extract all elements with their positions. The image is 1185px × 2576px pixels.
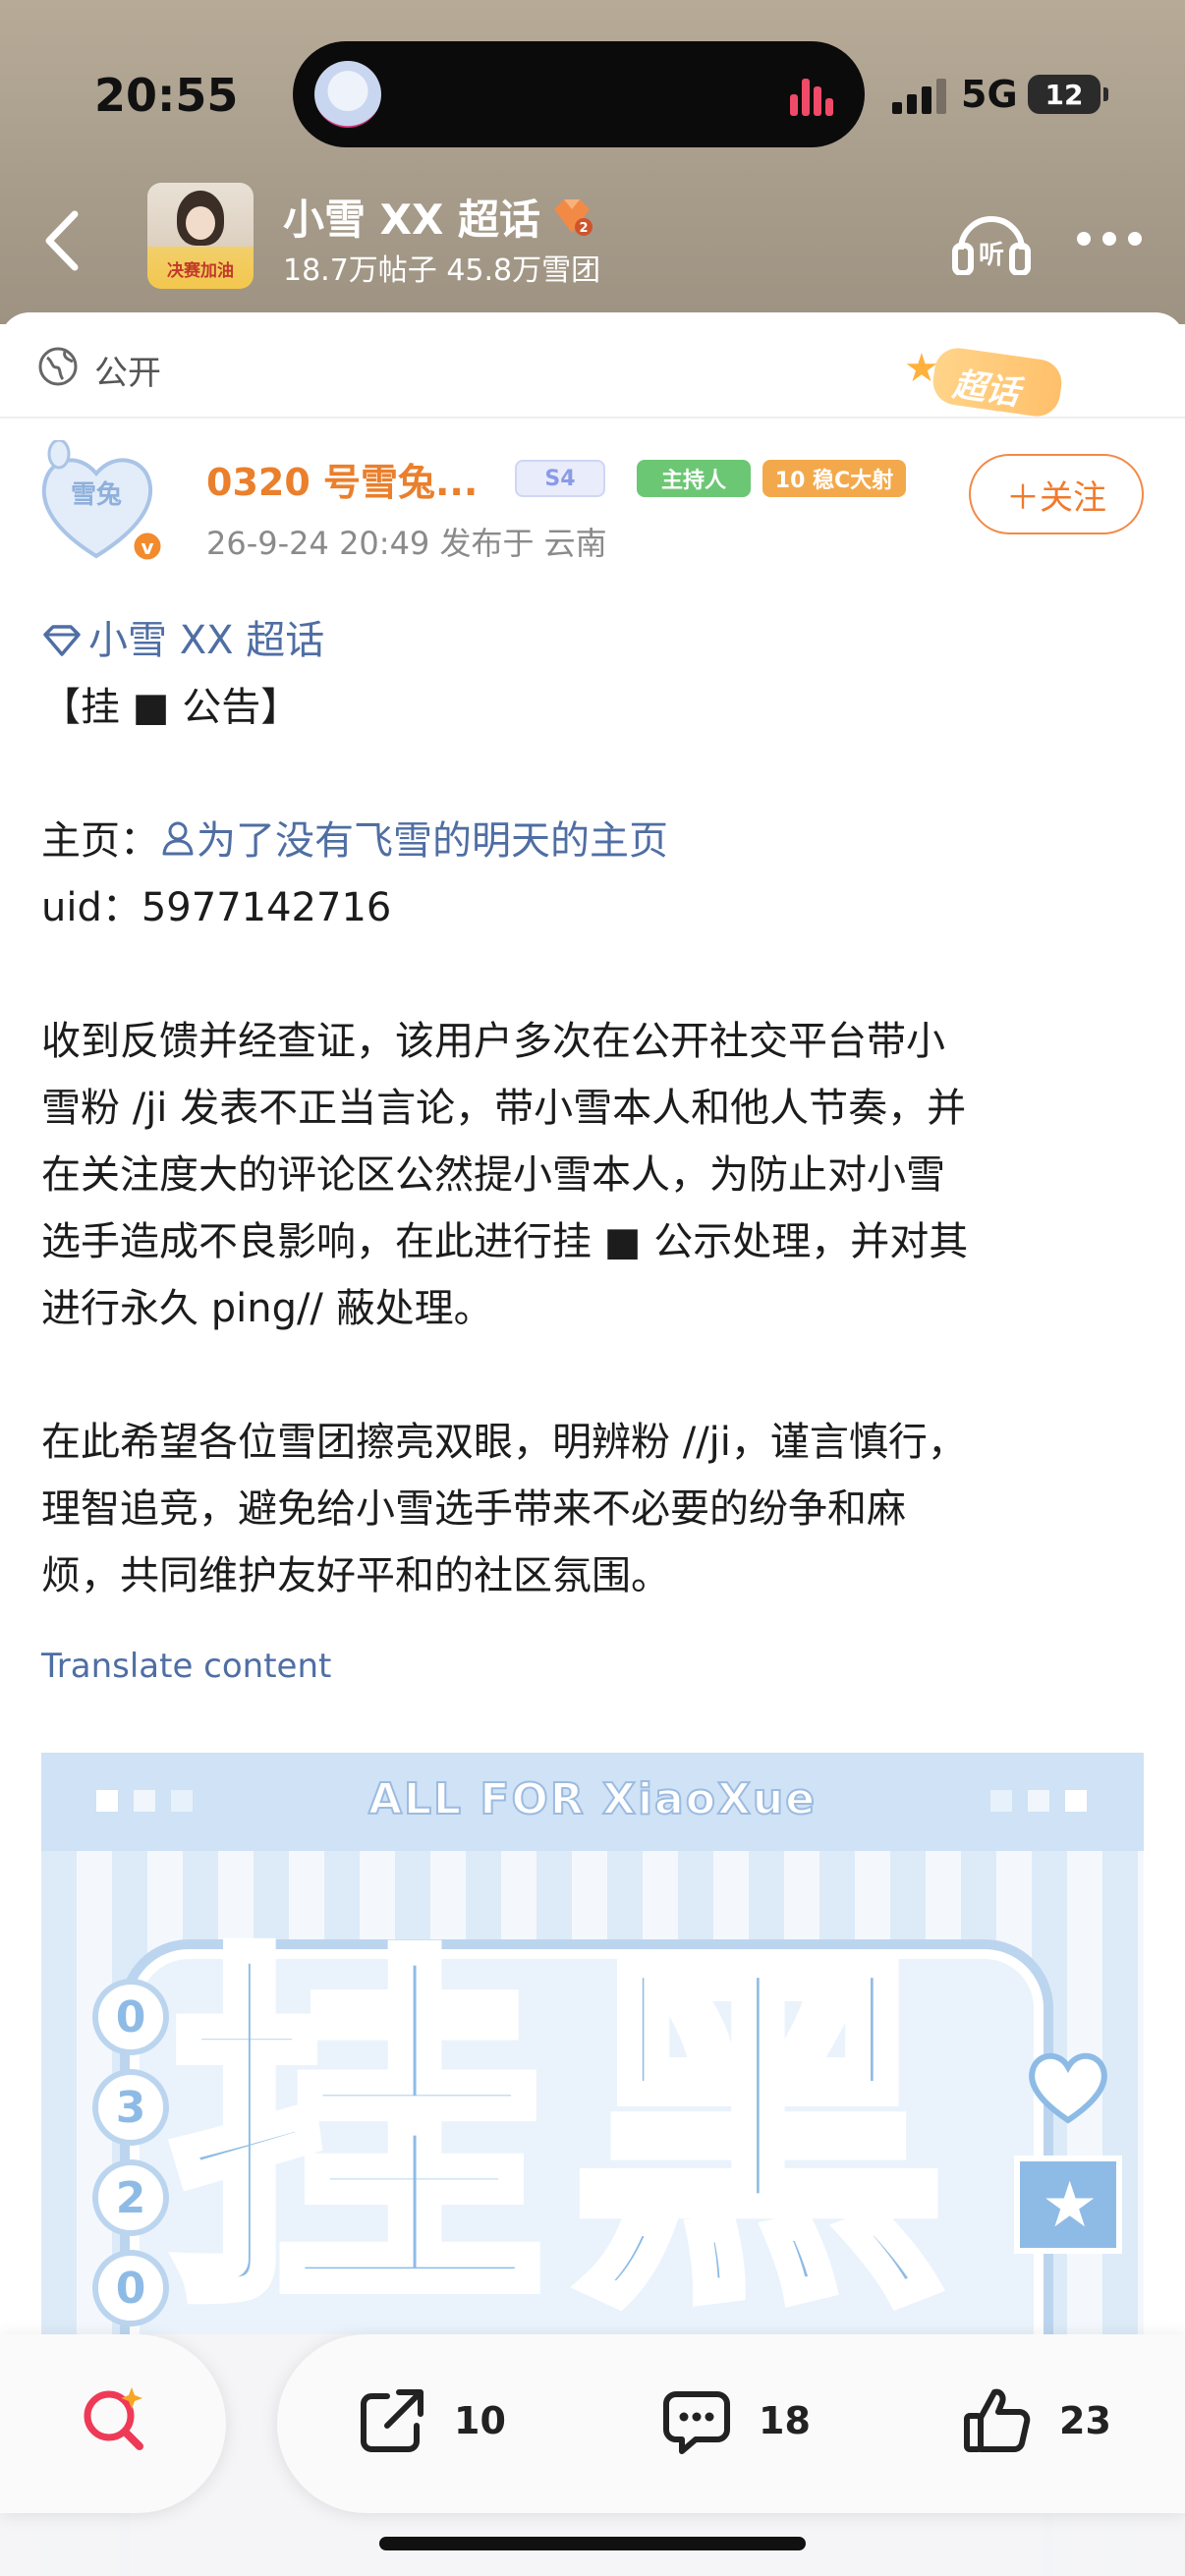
share-count: 10 bbox=[454, 2399, 506, 2442]
share-icon bbox=[361, 2389, 423, 2452]
paragraph-1-line-3: 在关注度大的评论区公然提小雪本人，为防止对小雪 bbox=[41, 1152, 945, 1198]
more-dot-icon bbox=[1077, 232, 1091, 246]
diamond-icon bbox=[43, 625, 81, 656]
status-bar: 20:55 5G 12 bbox=[0, 0, 1185, 187]
paragraph-1-line-5: 进行永久 ping// 蔽处理。 bbox=[41, 1286, 493, 1331]
translate-link[interactable]: Translate content bbox=[41, 1647, 331, 1686]
post-body: 小雪 XX 超话 【挂 ■ 公告】 主页： 为了没有飞雪的明天的主页 uid：59… bbox=[41, 607, 1152, 1609]
paragraph-2-line-1: 在此希望各位雪团擦亮双眼，明辨粉 //ji，谨言慎行， bbox=[41, 1420, 967, 1465]
image-banner-text: ALL FOR XiaoXue bbox=[367, 1773, 818, 1825]
author-row: 雪兔 v 0320 号雪兔... S4 主持人 10 稳C大射 26-9-24 … bbox=[0, 438, 1185, 588]
share-button[interactable]: 10 bbox=[356, 2381, 506, 2460]
host-badge: 主持人 bbox=[637, 460, 751, 497]
uid-line: uid：5977142716 bbox=[41, 885, 392, 930]
topic-link[interactable]: 小雪 XX 超话 bbox=[41, 607, 1152, 674]
battery-icon: 12 bbox=[1028, 75, 1108, 114]
headphones-icon: 听 bbox=[952, 216, 1031, 276]
signal-icon bbox=[892, 79, 947, 114]
follow-button[interactable]: ＋关注 bbox=[969, 454, 1144, 534]
topic-bar: 决赛加油 小雪 XX 超话 2 18.7万帖子 45.8万雪团 听 bbox=[0, 177, 1185, 305]
svg-text:v: v bbox=[141, 535, 153, 559]
chevron-left-icon bbox=[45, 210, 79, 271]
topic-stats: 18.7万帖子 45.8万雪团 bbox=[283, 253, 601, 288]
topic-link-text: 小雪 XX 超话 bbox=[88, 618, 325, 663]
search-icon bbox=[84, 2387, 143, 2450]
homepage-link-text: 为了没有飞雪的明天的主页 bbox=[197, 818, 668, 864]
topic-level-badge-icon: 2 bbox=[550, 197, 593, 237]
homepage-label: 主页： bbox=[41, 818, 159, 864]
paragraph-1-line-2: 雪粉 /ji 发表不正当言论，带小雪本人和他人节奏，并 bbox=[41, 1086, 967, 1131]
network-type: 5G bbox=[961, 73, 1018, 116]
homepage-line: 主页： 为了没有飞雪的明天的主页 bbox=[41, 808, 1152, 874]
star-icon: ★ bbox=[904, 346, 939, 391]
bunny-heart-avatar-icon: 雪兔 v bbox=[41, 438, 164, 563]
home-indicator[interactable] bbox=[379, 2537, 806, 2550]
number-bubble: 3 bbox=[92, 2069, 169, 2146]
image-big-char-1: 挂 bbox=[162, 1918, 549, 2353]
back-button[interactable] bbox=[35, 206, 94, 275]
topic-title[interactable]: 小雪 XX 超话 2 bbox=[283, 187, 593, 247]
like-button[interactable]: 23 bbox=[961, 2381, 1111, 2460]
search-button[interactable] bbox=[0, 2334, 226, 2513]
post-heading: 【挂 ■ 公告】 bbox=[41, 685, 301, 730]
person-icon bbox=[162, 821, 194, 856]
visibility-row: 公开 ★ 超话 bbox=[0, 312, 1185, 420]
number-bubble: 0 bbox=[92, 2250, 169, 2326]
fan-level-badge: S4 bbox=[515, 460, 605, 497]
more-options-button[interactable] bbox=[1077, 232, 1142, 248]
comment-button[interactable]: 18 bbox=[660, 2381, 811, 2460]
homepage-link[interactable]: 为了没有飞雪的明天的主页 bbox=[159, 818, 668, 864]
heart-icon bbox=[1029, 2052, 1107, 2124]
audio-bars-icon bbox=[790, 75, 835, 116]
paragraph-1-line-4: 选手造成不良影响，在此进行挂 ■ 公示处理，并对其 bbox=[41, 1219, 969, 1264]
action-pill: 10 18 23 bbox=[277, 2334, 1185, 2513]
paragraph-2-line-2: 理智追竞，避免给小雪选手带来不必要的纷争和麻 bbox=[41, 1486, 906, 1532]
listen-button[interactable]: 听 bbox=[951, 206, 1032, 276]
paragraph-2-line-3: 烦，共同维护友好平和的社区氛围。 bbox=[41, 1553, 670, 1598]
image-banner: ALL FOR XiaoXue bbox=[41, 1753, 1144, 1851]
paragraph-1-line-1: 收到反馈并经查证，该用户多次在公开社交平台带小 bbox=[41, 1019, 945, 1064]
chaohua-sticker: ★ 超话 bbox=[904, 345, 1081, 420]
number-bubble: 2 bbox=[92, 2159, 169, 2236]
author-name[interactable]: 0320 号雪兔... bbox=[206, 452, 478, 506]
author-avatar[interactable]: 雪兔 v bbox=[35, 438, 167, 564]
like-count: 23 bbox=[1059, 2399, 1111, 2442]
dynamic-island bbox=[293, 41, 865, 147]
svg-text:雪兔: 雪兔 bbox=[71, 480, 122, 510]
number-bubble: 0 bbox=[92, 1979, 169, 2055]
post-card: 公开 ★ 超话 雪兔 v 0320 号雪兔... S4 主持人 10 稳C大射 … bbox=[0, 312, 1185, 2576]
star-icon: ★ bbox=[1042, 2169, 1099, 2242]
chaohua-sticker-text: 超话 bbox=[950, 364, 1022, 414]
star-box: ★ bbox=[1014, 2156, 1122, 2254]
island-avatar-icon bbox=[314, 61, 381, 128]
battery-level: 12 bbox=[1044, 78, 1084, 111]
status-time: 20:55 bbox=[94, 69, 239, 122]
rank-badge: 10 稳C大射 bbox=[762, 460, 906, 497]
thumbnail-portrait bbox=[177, 191, 224, 246]
visibility-label: 公开 bbox=[94, 354, 161, 393]
post-meta: 26-9-24 20:49 发布于 云南 bbox=[206, 525, 607, 562]
svg-text:听: 听 bbox=[979, 241, 1004, 270]
svg-text:2: 2 bbox=[579, 221, 588, 236]
topic-title-text: 小雪 XX 超话 bbox=[283, 196, 541, 244]
topic-thumbnail[interactable]: 决赛加油 bbox=[147, 183, 254, 289]
image-big-char-2: 黑 bbox=[565, 1918, 952, 2353]
globe-icon bbox=[38, 347, 78, 386]
thumbnail-caption: 决赛加油 bbox=[167, 261, 234, 281]
thumbs-up-icon bbox=[964, 2388, 1031, 2452]
comment-icon bbox=[663, 2391, 730, 2454]
comment-count: 18 bbox=[759, 2399, 811, 2442]
